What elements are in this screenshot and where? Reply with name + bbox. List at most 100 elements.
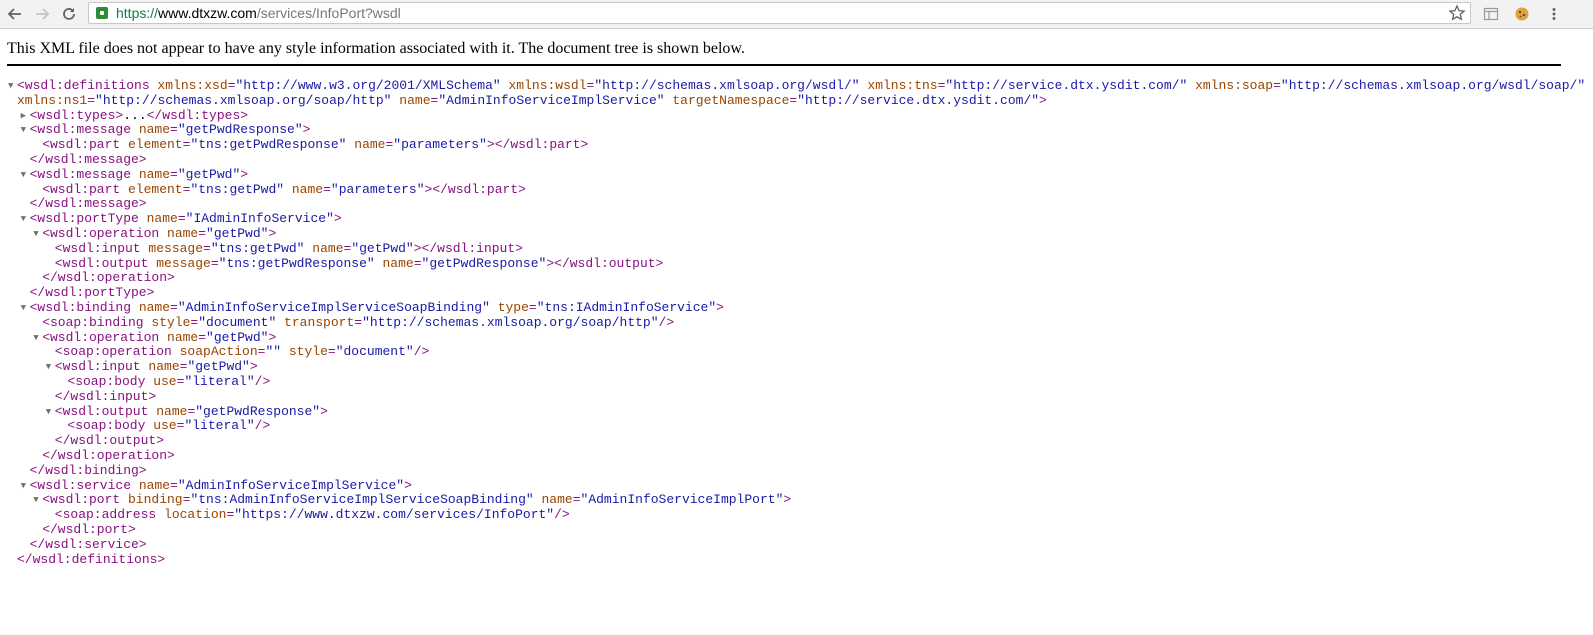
xml-tag-text: <wsdl:service [29,477,132,493]
xml-line: </wsdl:port> [8,522,1588,538]
url-scheme: https:// [116,5,159,21]
bookmark-star-button[interactable] [1448,4,1466,27]
xml-tag-text: <wsdl:definitions [17,78,150,93]
xml-attribute-name: type [489,299,529,315]
collapse-arrow-icon[interactable]: ▼ [21,124,30,137]
xml-line: <wsdl:part element="tns:getPwdResponse" … [8,137,1588,153]
xml-attribute-value: "parameters" [393,137,487,153]
xml-attribute-value: "parameters" [330,181,425,197]
xml-attribute-name: transport [276,314,355,330]
xml-tag-text: = [87,92,96,108]
xml-tag-text: = [198,329,207,345]
xml-tag-text: </wsdl:operation> [42,447,175,463]
xml-line: xmlns:ns1="http://schemas.xmlsoap.org/so… [8,92,1588,109]
xml-line: ▼ <wsdl:message name="getPwd"> [8,166,1588,183]
xml-line: </wsdl:operation> [8,447,1588,464]
collapse-arrow-icon[interactable]: ▼ [46,361,55,374]
xml-tag-text: <wsdl:part [42,181,121,197]
collapse-arrow-icon[interactable]: ▼ [8,80,17,93]
xml-attribute-value: "literal" [184,373,255,389]
xml-attribute-name: name [131,477,171,493]
reader-icon [1483,7,1499,21]
xml-attribute-value: "" [265,344,282,360]
xml-tag-text: <wsdl:output [54,255,149,271]
xml-tag-text: = [198,225,207,241]
xml-tag-text: </wsdl:definitions> [17,551,166,567]
xml-line: </wsdl:definitions> [8,551,1588,568]
xml-attribute-value: "http://schemas.xmlsoap.org/soap/http" [362,314,659,330]
xml-line: </wsdl:message> [8,196,1588,212]
xml-tag-text: </wsdl:portType> [29,285,155,301]
xml-line: <wsdl:input message="tns:getPwd" name="g… [8,240,1588,257]
url-path: /services/InfoPort?wsdl [256,5,401,21]
collapse-arrow-icon[interactable]: ▼ [46,406,55,419]
xml-attribute-value: "AdminInfoServiceImplService" [438,92,665,108]
xml-tag-text: <soap:body [67,418,146,434]
collapse-arrow-icon[interactable]: ▼ [21,169,30,182]
xml-collapsed-text[interactable]: ... [123,108,146,123]
xml-tag-text: /> [254,373,271,389]
xml-attribute-name: name [138,211,178,227]
xml-tag-text: = [1273,78,1281,93]
xml-line: </wsdl:message> [8,152,1588,168]
xml-tag-text: = [170,477,178,493]
xml-tag-text: /> [413,344,430,360]
xml-line: </wsdl:binding> [8,463,1588,479]
collapse-arrow-icon[interactable]: ▼ [21,480,30,493]
collapse-arrow-icon[interactable]: ▼ [21,213,30,226]
collapse-arrow-icon[interactable]: ▼ [33,228,42,241]
xml-attribute-value: "document" [198,314,277,330]
xml-tag-text: > [716,299,724,315]
xml-attribute-value: "http://schemas.xmlsoap.org/soap/http" [95,92,392,108]
xml-attribute-value: "tns:getPwd" [210,240,305,256]
xml-tag-text: > [302,122,311,138]
xml-attribute-value: "getPwd" [177,166,241,182]
extension-cookie-button[interactable] [1512,4,1532,24]
xml-line: <soap:body use="literal"/> [8,373,1588,390]
xml-attribute-value: "http://schemas.xmlsoap.org/wsdl/" [594,78,860,93]
xml-attribute-name: targetNamespace [664,92,790,108]
xml-attribute-name: name [131,299,171,315]
expand-arrow-icon[interactable]: ▶ [21,110,30,123]
xml-tag-text: <wsdl:operation [42,329,160,345]
xml-tag-text: <soap:address [54,507,157,523]
xml-line: ▼ <wsdl:binding name="AdminInfoServiceImp… [8,299,1588,316]
browser-menu-button[interactable] [1544,4,1564,24]
notice-divider [7,64,1561,66]
xml-tag-text: ></wsdl:part> [486,137,589,153]
xml-tag-text: </wsdl:operation> [42,270,175,286]
forward-button[interactable] [31,4,53,24]
xml-tag-text: <wsdl:binding [29,299,132,315]
xml-attribute-name: soapAction [171,344,258,360]
xml-line: <wsdl:part element="tns:getPwd" name="pa… [8,181,1588,198]
url-host: www.dtxzw.com [158,5,257,21]
xml-attribute-name: message [148,255,211,271]
reload-icon [63,8,75,20]
xml-attribute-value: "tns:getPwd" [190,181,285,197]
collapse-arrow-icon[interactable]: ▼ [33,332,42,345]
xml-line: ▼ <wsdl:message name="getPwdResponse"> [8,122,1588,138]
xml-line: <soap:body use="literal"/> [8,418,1588,434]
address-bar[interactable]: https://www.dtxzw.com/services/InfoPort?… [88,2,1471,24]
xml-tag-text: /> [254,418,271,434]
xml-tag-text: <wsdl:types> [29,107,124,123]
extension-reader-button[interactable] [1481,4,1501,24]
more-vertical-icon [1552,8,1556,20]
xml-attribute-value: "document" [335,344,414,360]
xml-tag-text: </wsdl:output> [54,433,165,449]
xml-attribute-value: "http://service.dtx.ysdit.com/" [945,78,1188,93]
collapse-arrow-icon[interactable]: ▼ [33,494,42,507]
xml-line: <soap:address location="https://www.dtxz… [8,507,1588,523]
url-text[interactable]: https://www.dtxzw.com/services/InfoPort?… [116,5,401,21]
reload-button[interactable] [58,4,80,24]
xml-line: ▼ <wsdl:output name="getPwdResponse"> [8,404,1588,420]
xml-attribute-value: "getPwd" [206,225,269,241]
xml-attribute-name: name [140,359,180,375]
xml-line: </wsdl:input> [8,389,1588,405]
collapse-arrow-icon[interactable]: ▼ [21,302,30,315]
back-button[interactable] [4,4,26,24]
xml-line: </wsdl:output> [8,433,1588,449]
xml-attribute-value: "AdminInfoServiceImplServiceSoapBinding" [177,299,490,315]
xml-attribute-name: location [156,507,227,523]
xml-attribute-value: "tns:getPwdResponse" [190,137,347,153]
